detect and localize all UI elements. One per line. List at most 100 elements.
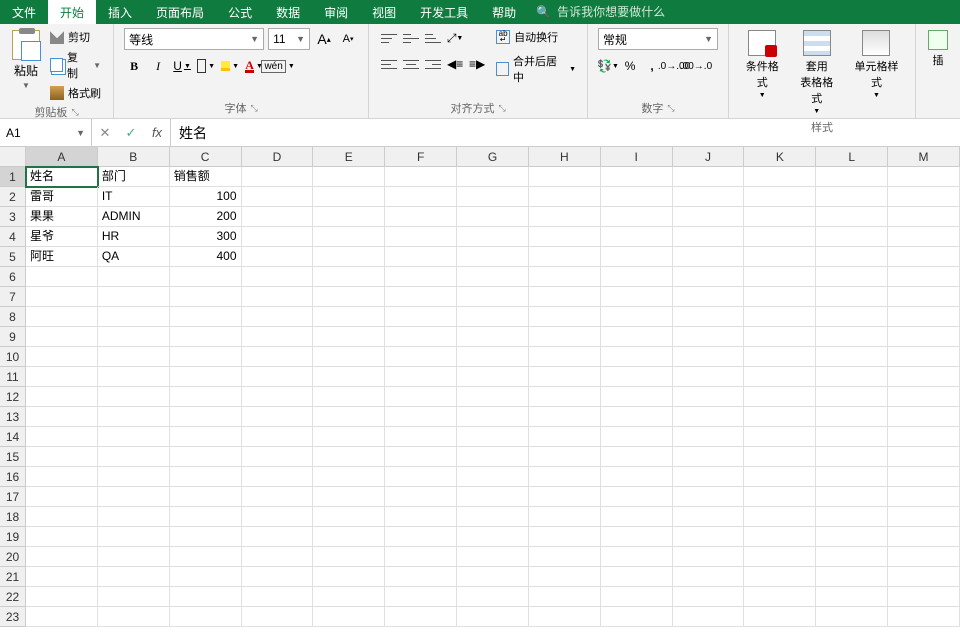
cell-D6[interactable] [242, 267, 314, 287]
cell-G1[interactable] [457, 167, 529, 187]
cell-H11[interactable] [529, 367, 601, 387]
cell-M9[interactable] [888, 327, 960, 347]
cell-D18[interactable] [242, 507, 314, 527]
wrap-text-button[interactable]: ab↵自动换行 [495, 28, 577, 46]
cell-F11[interactable] [385, 367, 457, 387]
row-header-4[interactable]: 4 [0, 227, 25, 247]
cell-K5[interactable] [744, 247, 816, 267]
cell-H4[interactable] [529, 227, 601, 247]
cell-A23[interactable] [26, 607, 98, 627]
cell-A16[interactable] [26, 467, 98, 487]
dialog-launcher-icon[interactable]: ⤡ [250, 103, 257, 114]
cell-I11[interactable] [601, 367, 673, 387]
cell-B7[interactable] [98, 287, 170, 307]
cell-E19[interactable] [313, 527, 385, 547]
cell-B18[interactable] [98, 507, 170, 527]
cell-M3[interactable] [888, 207, 960, 227]
cell-H15[interactable] [529, 447, 601, 467]
cell-L1[interactable] [816, 167, 888, 187]
row-header-8[interactable]: 8 [0, 307, 25, 327]
cell-K13[interactable] [744, 407, 816, 427]
cell-A6[interactable] [26, 267, 98, 287]
cell-C17[interactable] [170, 487, 242, 507]
cell-J16[interactable] [673, 467, 745, 487]
cell-A13[interactable] [26, 407, 98, 427]
cell-K8[interactable] [744, 307, 816, 327]
select-all-corner[interactable] [0, 147, 26, 167]
cell-C23[interactable] [170, 607, 242, 627]
cell-M12[interactable] [888, 387, 960, 407]
cell-J3[interactable] [673, 207, 745, 227]
cell-E1[interactable] [313, 167, 385, 187]
cell-K11[interactable] [744, 367, 816, 387]
cell-F22[interactable] [385, 587, 457, 607]
cell-D21[interactable] [242, 567, 314, 587]
cell-E17[interactable] [313, 487, 385, 507]
col-header-M[interactable]: M [888, 147, 960, 166]
cell-J20[interactable] [673, 547, 745, 567]
cell-H2[interactable] [529, 187, 601, 207]
cell-K17[interactable] [744, 487, 816, 507]
cell-A17[interactable] [26, 487, 98, 507]
cell-B21[interactable] [98, 567, 170, 587]
cell-I5[interactable] [601, 247, 673, 267]
cell-G12[interactable] [457, 387, 529, 407]
row-header-12[interactable]: 12 [0, 387, 25, 407]
cell-M2[interactable] [888, 187, 960, 207]
cell-E4[interactable] [313, 227, 385, 247]
menu-item-3[interactable]: 页面布局 [144, 0, 216, 24]
cell-F18[interactable] [385, 507, 457, 527]
font-size-combo[interactable]: 11▼ [268, 28, 310, 50]
cell-L12[interactable] [816, 387, 888, 407]
cell-I14[interactable] [601, 427, 673, 447]
cell-G20[interactable] [457, 547, 529, 567]
conditional-format-button[interactable]: 条件格式▼ [739, 28, 785, 117]
cell-K2[interactable] [744, 187, 816, 207]
cell-G4[interactable] [457, 227, 529, 247]
cell-F19[interactable] [385, 527, 457, 547]
cell-K21[interactable] [744, 567, 816, 587]
cell-H21[interactable] [529, 567, 601, 587]
cell-L18[interactable] [816, 507, 888, 527]
cell-E13[interactable] [313, 407, 385, 427]
cell-D9[interactable] [242, 327, 314, 347]
cell-G10[interactable] [457, 347, 529, 367]
row-header-14[interactable]: 14 [0, 427, 25, 447]
col-header-F[interactable]: F [385, 147, 457, 166]
row-header-13[interactable]: 13 [0, 407, 25, 427]
cell-G2[interactable] [457, 187, 529, 207]
cell-D20[interactable] [242, 547, 314, 567]
align-middle-button[interactable] [401, 28, 421, 48]
cell-I6[interactable] [601, 267, 673, 287]
row-header-23[interactable]: 23 [0, 607, 25, 627]
cell-H14[interactable] [529, 427, 601, 447]
cell-M8[interactable] [888, 307, 960, 327]
cell-D15[interactable] [242, 447, 314, 467]
cell-H5[interactable] [529, 247, 601, 267]
cell-K9[interactable] [744, 327, 816, 347]
cell-C22[interactable] [170, 587, 242, 607]
paste-button[interactable]: 粘贴 ▼ [10, 28, 42, 102]
cell-M22[interactable] [888, 587, 960, 607]
row-header-3[interactable]: 3 [0, 207, 25, 227]
border-button[interactable]: ▼ [196, 56, 216, 76]
cell-J4[interactable] [673, 227, 745, 247]
fx-button[interactable]: fx [144, 125, 170, 140]
cell-H23[interactable] [529, 607, 601, 627]
cell-L19[interactable] [816, 527, 888, 547]
cell-M21[interactable] [888, 567, 960, 587]
cell-F5[interactable] [385, 247, 457, 267]
cell-E18[interactable] [313, 507, 385, 527]
cell-C5[interactable]: 400 [170, 247, 242, 267]
cell-B4[interactable]: HR [98, 227, 170, 247]
cell-L20[interactable] [816, 547, 888, 567]
cell-M1[interactable] [888, 167, 960, 187]
cell-G5[interactable] [457, 247, 529, 267]
cell-D10[interactable] [242, 347, 314, 367]
cell-G7[interactable] [457, 287, 529, 307]
accounting-format-button[interactable]: 💱▼ [598, 56, 618, 76]
cell-C15[interactable] [170, 447, 242, 467]
col-header-H[interactable]: H [529, 147, 601, 166]
cell-G14[interactable] [457, 427, 529, 447]
col-header-A[interactable]: A [26, 147, 98, 166]
